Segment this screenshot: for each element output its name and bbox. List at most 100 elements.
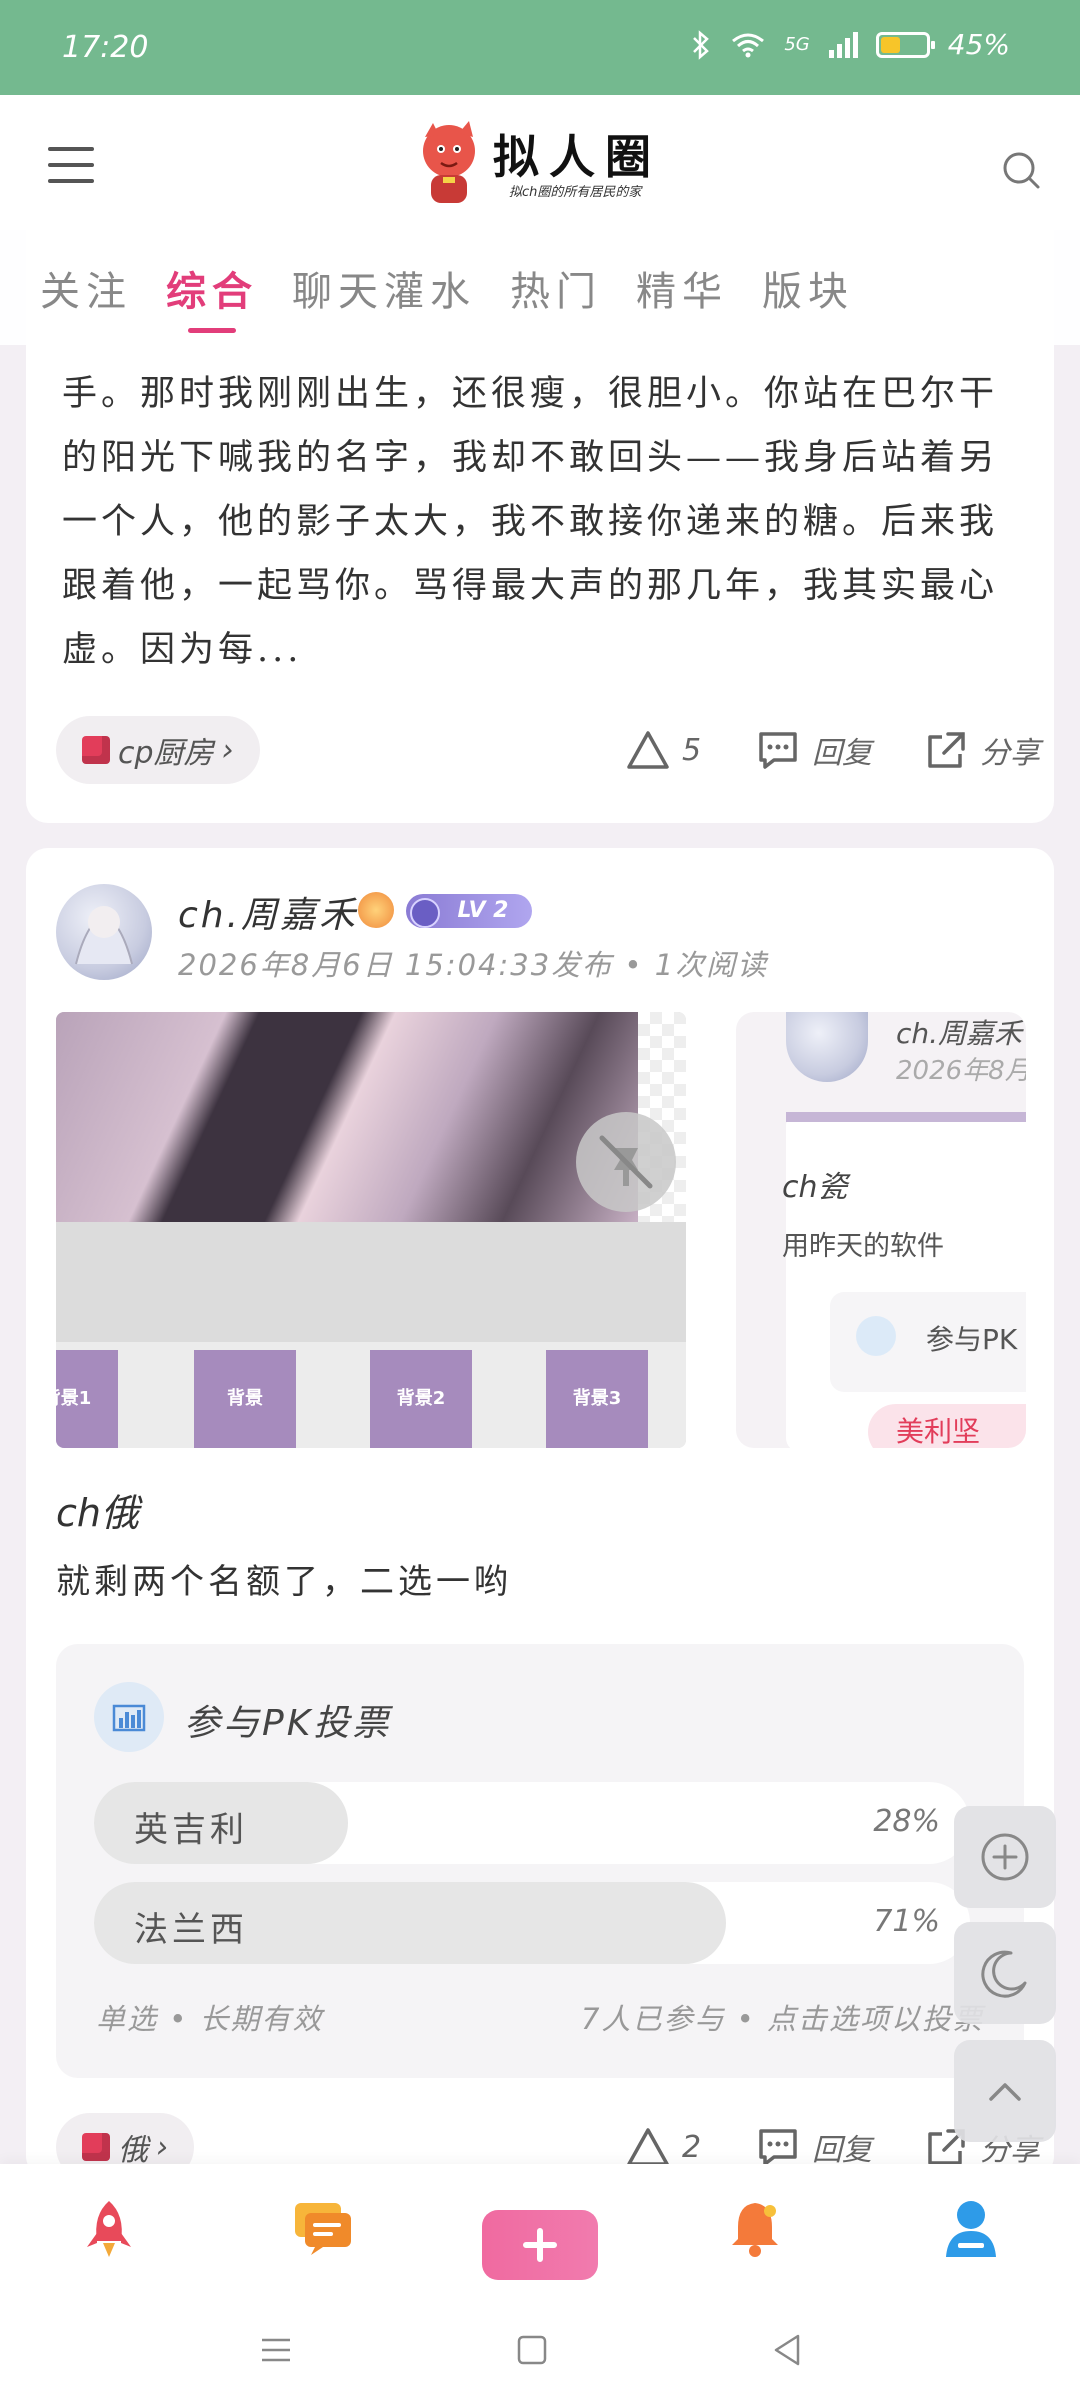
post-image[interactable]: 背景1 背景 背景2 背景3	[56, 1012, 686, 1448]
preview-body: 用昨天的软件	[782, 1231, 944, 1262]
image-tile: 背景	[194, 1350, 296, 1448]
user-icon	[946, 2201, 996, 2257]
topic-tag[interactable]: cp厨房 ›	[56, 716, 260, 784]
vote-footer-left: 单选 • 长期有效	[96, 2002, 324, 2036]
home-icon[interactable]	[512, 2330, 552, 2370]
reply-label: 回复	[812, 736, 872, 771]
share-button[interactable]: 分享	[924, 728, 1040, 772]
post-title: ch俄	[56, 1491, 139, 1535]
mascot-icon	[423, 121, 475, 203]
status-bar: 17:20 5G 45%	[0, 0, 1080, 95]
medal-icon	[358, 892, 394, 928]
tab-boards[interactable]: 版块	[762, 259, 854, 317]
app-logo: 拟人圈 拟ch圈的所有居民的家	[415, 117, 675, 207]
bar-chart-icon	[856, 1316, 896, 1356]
add-icon	[523, 2228, 557, 2262]
post-card[interactable]: ch.周嘉禾 LV 2 2026年8月6日 15:04:33发布 • 1次阅读 …	[26, 848, 1054, 2181]
vote-title: 参与PK投票	[184, 1703, 392, 1744]
fab-night-mode[interactable]	[954, 1922, 1056, 2024]
vote-box: 参与PK投票 英吉利 28% 法兰西 71% 单选 • 长期有效 7人已参与 •…	[56, 1644, 1024, 2078]
tab-featured[interactable]: 精华	[636, 259, 728, 317]
chevron-right-icon: ›	[221, 732, 234, 768]
tab-chat[interactable]: 聊天灌水	[292, 259, 476, 317]
logo-title: 拟人圈	[493, 130, 661, 184]
tab-follow[interactable]: 关注	[40, 259, 132, 317]
chevron-up-icon	[989, 2083, 1021, 2101]
image-tile: 背景3	[546, 1350, 648, 1448]
preview-title: ch瓷	[782, 1170, 848, 1205]
plus-circle-icon	[981, 1833, 1029, 1881]
vote-option[interactable]: 法兰西 71%	[94, 1882, 970, 1964]
app-header: 拟人圈 拟ch圈的所有居民的家	[0, 95, 1080, 230]
vote-option[interactable]: 英吉利 28%	[94, 1782, 970, 1864]
preview-vote-label: 参与PK	[926, 1323, 1018, 1356]
post-image-preview[interactable]: ch.周嘉禾 2026年8月 ch瓷 用昨天的软件 参与PK 美利坚	[736, 1012, 1026, 1448]
logo-subtitle: 拟ch圈的所有居民的家	[509, 185, 642, 200]
nav-profile[interactable]	[936, 2194, 1006, 2264]
author-name[interactable]: ch.周嘉禾	[178, 886, 358, 938]
topic-tag-label: cp厨房	[118, 736, 214, 771]
triangle-icon	[627, 731, 669, 769]
cube-icon	[82, 736, 110, 764]
search-icon[interactable]	[1000, 149, 1042, 191]
preview-author: ch.周嘉禾	[896, 1017, 1023, 1050]
post-body: 手。那时我刚刚出生，还很瘦，很胆小。你站在巴尔干的阳光下喊我的名字，我却不敢回头…	[62, 374, 999, 670]
avatar	[786, 1012, 868, 1082]
share-label: 分享	[980, 736, 1040, 771]
vote-footer-right: 7人已参与 • 点击选项以投票	[581, 2002, 984, 2036]
share-icon	[928, 732, 965, 768]
tab-hot[interactable]: 热门	[510, 259, 602, 317]
network-type: 5G	[784, 34, 810, 55]
bottom-nav	[0, 2164, 1080, 2294]
create-post-button[interactable]	[482, 2210, 598, 2280]
reply-button[interactable]: 回复	[756, 728, 872, 772]
back-icon[interactable]	[768, 2330, 808, 2370]
battery-icon	[875, 31, 935, 58]
cube-icon	[82, 2133, 110, 2161]
recent-apps-icon[interactable]	[256, 2330, 296, 2370]
post-actions: cp厨房 › 5 回复 分享	[56, 715, 1046, 785]
nav-messages[interactable]	[288, 2194, 358, 2264]
preview-vote-option: 美利坚	[868, 1404, 1026, 1448]
fab-add[interactable]	[954, 1806, 1056, 1908]
like-count: 2	[682, 2129, 702, 2165]
reply-button[interactable]: 回复	[756, 2125, 872, 2169]
moon-icon	[981, 1950, 1027, 1998]
avatar[interactable]	[56, 884, 152, 980]
chat-icon	[295, 2203, 351, 2255]
like-button[interactable]: 2	[626, 2127, 701, 2167]
battery-percent: 45%	[947, 28, 1010, 61]
level-badge: LV 2	[406, 894, 532, 928]
image-tile: 背景1	[56, 1350, 118, 1448]
menu-icon[interactable]	[48, 147, 94, 185]
bar-chart-icon	[94, 1682, 164, 1752]
nav-home[interactable]	[74, 2194, 144, 2264]
status-time: 17:20	[62, 30, 149, 65]
reply-label: 回复	[812, 2133, 872, 2168]
chevron-right-icon: ›	[156, 2129, 168, 2165]
feed: 手。那时我刚刚出生，还很瘦，很胆小。你站在巴尔干的阳光下喊我的名字，我却不敢回头…	[0, 0, 1080, 2408]
rocket-icon	[87, 2201, 131, 2257]
vote-option-percent: 28%	[873, 1804, 940, 1839]
comment-icon	[759, 2129, 797, 2166]
like-button[interactable]: 5	[626, 730, 701, 770]
preview-date: 2026年8月	[896, 1056, 1026, 1086]
image-gray-area	[56, 1222, 686, 1342]
wifi-icon	[732, 33, 765, 57]
bell-icon	[732, 2203, 778, 2257]
vote-option-label: 英吉利	[134, 1810, 248, 1850]
image-tile: 背景2	[370, 1350, 472, 1448]
triangle-icon	[627, 2128, 669, 2166]
artwork	[56, 1012, 638, 1222]
post-text: 就剩两个名额了，二选一哟	[56, 1562, 512, 1602]
tab-general[interactable]: 综合	[166, 259, 258, 333]
fab-scroll-top[interactable]	[954, 2040, 1056, 2142]
comment-icon	[759, 732, 797, 769]
vote-option-label: 法兰西	[134, 1910, 248, 1950]
topic-tag-label: 俄	[118, 2133, 148, 2168]
status-icons: 5G 45%	[690, 28, 1010, 61]
signal-icon	[828, 31, 858, 58]
vote-option-percent: 71%	[873, 1904, 940, 1939]
nav-notifications[interactable]	[720, 2194, 790, 2264]
unpin-icon[interactable]	[576, 1112, 676, 1212]
